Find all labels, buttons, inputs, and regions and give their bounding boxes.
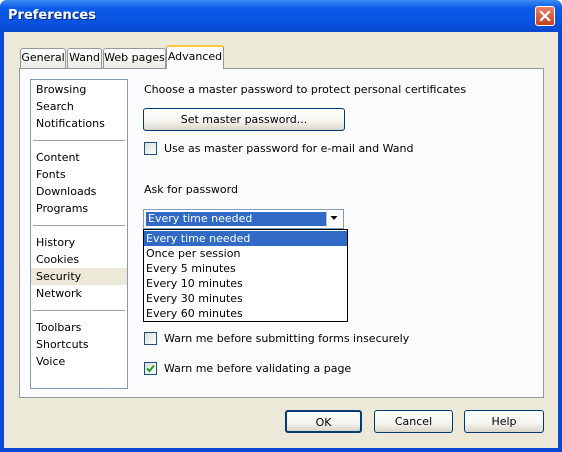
dropdown-arrow-button[interactable] [326, 211, 342, 227]
window-title: Preferences [8, 8, 96, 23]
chevron-down-icon [330, 216, 338, 220]
sidebar-item-network[interactable]: Network [31, 285, 127, 302]
dropdown-option[interactable]: Every 10 minutes [144, 276, 347, 291]
ask-for-password-dropdown: Every time needed Once per session Every… [143, 229, 348, 322]
tab-label: General [21, 51, 65, 64]
dialog-client: General Wand Web pages Advanced Browsing… [4, 32, 558, 448]
sidebar-item-cookies[interactable]: Cookies [31, 251, 127, 268]
sidebar-item-browsing[interactable]: Browsing [31, 81, 127, 98]
dropdown-option[interactable]: Every 30 minutes [144, 291, 347, 306]
warn-validating-label: Warn me before validating a page [164, 362, 352, 375]
tab-general[interactable]: General [20, 48, 66, 68]
sidebar-divider [33, 140, 125, 141]
tab-web-pages[interactable]: Web pages [103, 48, 166, 68]
sidebar-item-notifications[interactable]: Notifications [31, 115, 127, 132]
sidebar-item-voice[interactable]: Voice [31, 353, 127, 370]
sidebar-divider [33, 310, 125, 311]
sidebar-item-programs[interactable]: Programs [31, 200, 127, 217]
tab-label: Advanced [167, 50, 223, 63]
sidebar-item-search[interactable]: Search [31, 98, 127, 115]
ask-for-password-label: Ask for password [144, 183, 238, 196]
warn-insecure-forms-checkbox[interactable] [144, 332, 157, 345]
use-master-for-email-checkbox[interactable] [144, 142, 157, 155]
use-master-for-email-label: Use as master password for e-mail and Wa… [164, 142, 414, 155]
sidebar-item-shortcuts[interactable]: Shortcuts [31, 336, 127, 353]
preferences-window: Preferences General Wand Web pages Advan… [0, 0, 562, 452]
tab-wand[interactable]: Wand [67, 48, 102, 68]
tab-label: Web pages [104, 51, 165, 64]
ask-for-password-value: Every time needed [146, 212, 327, 226]
title-bar[interactable]: Preferences [0, 0, 562, 32]
close-button[interactable] [535, 6, 555, 26]
checkmark-icon [146, 364, 155, 373]
dropdown-option[interactable]: Once per session [144, 246, 347, 261]
sidebar-item-toolbars[interactable]: Toolbars [31, 319, 127, 336]
warn-validating-checkbox[interactable] [144, 362, 157, 375]
sidebar-item-fonts[interactable]: Fonts [31, 166, 127, 183]
ok-button[interactable]: OK [285, 410, 362, 433]
tab-advanced[interactable]: Advanced [166, 45, 224, 69]
sidebar-divider [33, 225, 125, 226]
set-master-password-button[interactable]: Set master password... [143, 108, 345, 131]
tab-panel: Browsing Search Notifications Content Fo… [19, 68, 544, 398]
sidebar-item-history[interactable]: History [31, 234, 127, 251]
help-button[interactable]: Help [464, 410, 544, 433]
close-icon [539, 10, 551, 22]
sidebar-item-content[interactable]: Content [31, 149, 127, 166]
tab-label: Wand [69, 51, 100, 64]
dropdown-option[interactable]: Every 5 minutes [144, 261, 347, 276]
category-list[interactable]: Browsing Search Notifications Content Fo… [30, 79, 128, 389]
sidebar-item-security[interactable]: Security [31, 268, 127, 285]
warn-insecure-forms-label: Warn me before submitting forms insecure… [164, 332, 410, 345]
dropdown-option[interactable]: Every time needed [144, 231, 347, 246]
dropdown-option[interactable]: Every 60 minutes [144, 306, 347, 321]
cancel-button[interactable]: Cancel [374, 410, 453, 433]
sidebar-item-downloads[interactable]: Downloads [31, 183, 127, 200]
ask-for-password-select[interactable]: Every time needed [143, 209, 344, 229]
master-password-description: Choose a master password to protect pers… [144, 83, 467, 96]
